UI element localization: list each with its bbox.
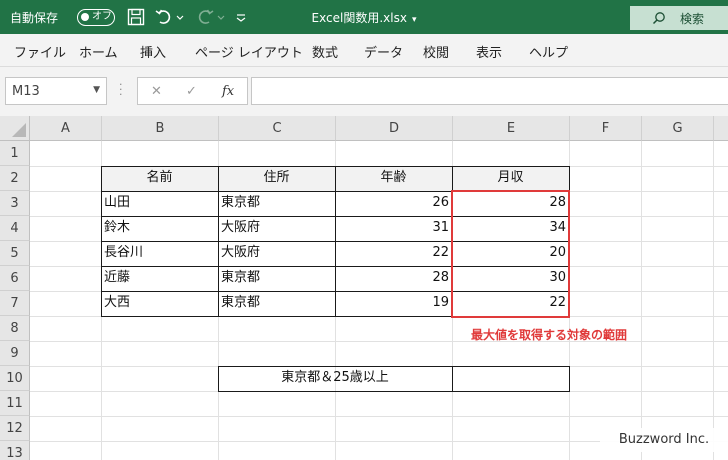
name-box-value: M13	[12, 84, 40, 99]
document-title[interactable]: Excel関数用.xlsx ▾	[0, 9, 728, 26]
row-header-11[interactable]: 11	[0, 391, 30, 416]
row-header-2[interactable]: 2	[0, 166, 30, 191]
column-header-a[interactable]: A	[30, 116, 102, 141]
row-header-5[interactable]: 5	[0, 241, 30, 266]
search-label: 検索	[680, 12, 705, 26]
row-header-6[interactable]: 6	[0, 266, 30, 291]
row-header-10[interactable]: 10	[0, 366, 30, 391]
row-header-9[interactable]: 9	[0, 341, 30, 366]
gridline	[713, 141, 714, 460]
search-box[interactable]: 検索	[630, 6, 728, 30]
row-header-7[interactable]: 7	[0, 291, 30, 316]
search-icon	[652, 11, 666, 28]
title-bar: 自動保存 オフ Excel関数用.xlsx ▾ 検索	[0, 0, 728, 34]
column-header-f[interactable]: F	[570, 116, 642, 141]
column-header-b[interactable]: B	[102, 116, 219, 141]
range-annotation: 最大値を取得する対象の範囲	[471, 328, 628, 342]
chevron-down-icon: ▾	[411, 15, 417, 25]
tab-data[interactable]: データ	[364, 42, 403, 61]
resize-handle-icon[interactable]: · · ·	[119, 79, 123, 100]
row-header-12[interactable]: 12	[0, 416, 30, 441]
column-header-g[interactable]: G	[642, 116, 714, 141]
tab-review[interactable]: 校閲	[423, 42, 449, 61]
worksheet-grid[interactable]: A B C D E F G 1 2 3 4 5 6 7 8 9 10 11 12…	[0, 116, 728, 460]
name-box[interactable]: M13 ▼	[5, 77, 107, 105]
tab-formulas[interactable]: 数式	[312, 42, 338, 61]
select-all-button[interactable]	[0, 116, 30, 141]
row-header-1[interactable]: 1	[0, 141, 30, 166]
row-header-13[interactable]: 13	[0, 441, 30, 460]
ribbon-tabs: ファイル ホーム 挿入 ページ レイアウト 数式 データ 校閲 表示 ヘルプ	[0, 34, 728, 67]
row-header-3[interactable]: 3	[0, 191, 30, 216]
tab-page-layout[interactable]: ページ レイアウト	[195, 42, 303, 61]
column-header-d[interactable]: D	[336, 116, 453, 141]
row-header-8[interactable]: 8	[0, 316, 30, 341]
column-header-c[interactable]: C	[219, 116, 336, 141]
table-border-line	[452, 366, 453, 392]
gridline	[30, 416, 728, 417]
tab-insert[interactable]: 挿入	[140, 42, 166, 61]
column-header-h[interactable]	[714, 116, 728, 141]
tab-home[interactable]: ホーム	[79, 42, 118, 61]
select-all-icon	[12, 123, 26, 137]
row-header-4[interactable]: 4	[0, 216, 30, 241]
gridline	[641, 141, 642, 460]
column-header-e[interactable]: E	[453, 116, 570, 141]
document-title-text: Excel関数用.xlsx	[311, 11, 407, 25]
formula-bar: M13 ▼ · · · ✕ ✓ fx	[0, 67, 728, 116]
tab-file[interactable]: ファイル	[14, 42, 66, 61]
cancel-icon[interactable]: ✕	[151, 84, 162, 99]
tab-view[interactable]: 表示	[476, 42, 502, 61]
highlighted-range	[451, 190, 570, 318]
chevron-down-icon: ▼	[93, 85, 100, 95]
insert-function-button[interactable]: fx	[222, 84, 234, 99]
enter-icon[interactable]: ✓	[186, 84, 197, 99]
formula-buttons: ✕ ✓ fx	[137, 77, 248, 105]
criteria-border	[218, 366, 570, 392]
tab-help[interactable]: ヘルプ	[529, 42, 568, 61]
watermark: Buzzword Inc.	[600, 428, 728, 452]
formula-input[interactable]	[251, 77, 728, 105]
